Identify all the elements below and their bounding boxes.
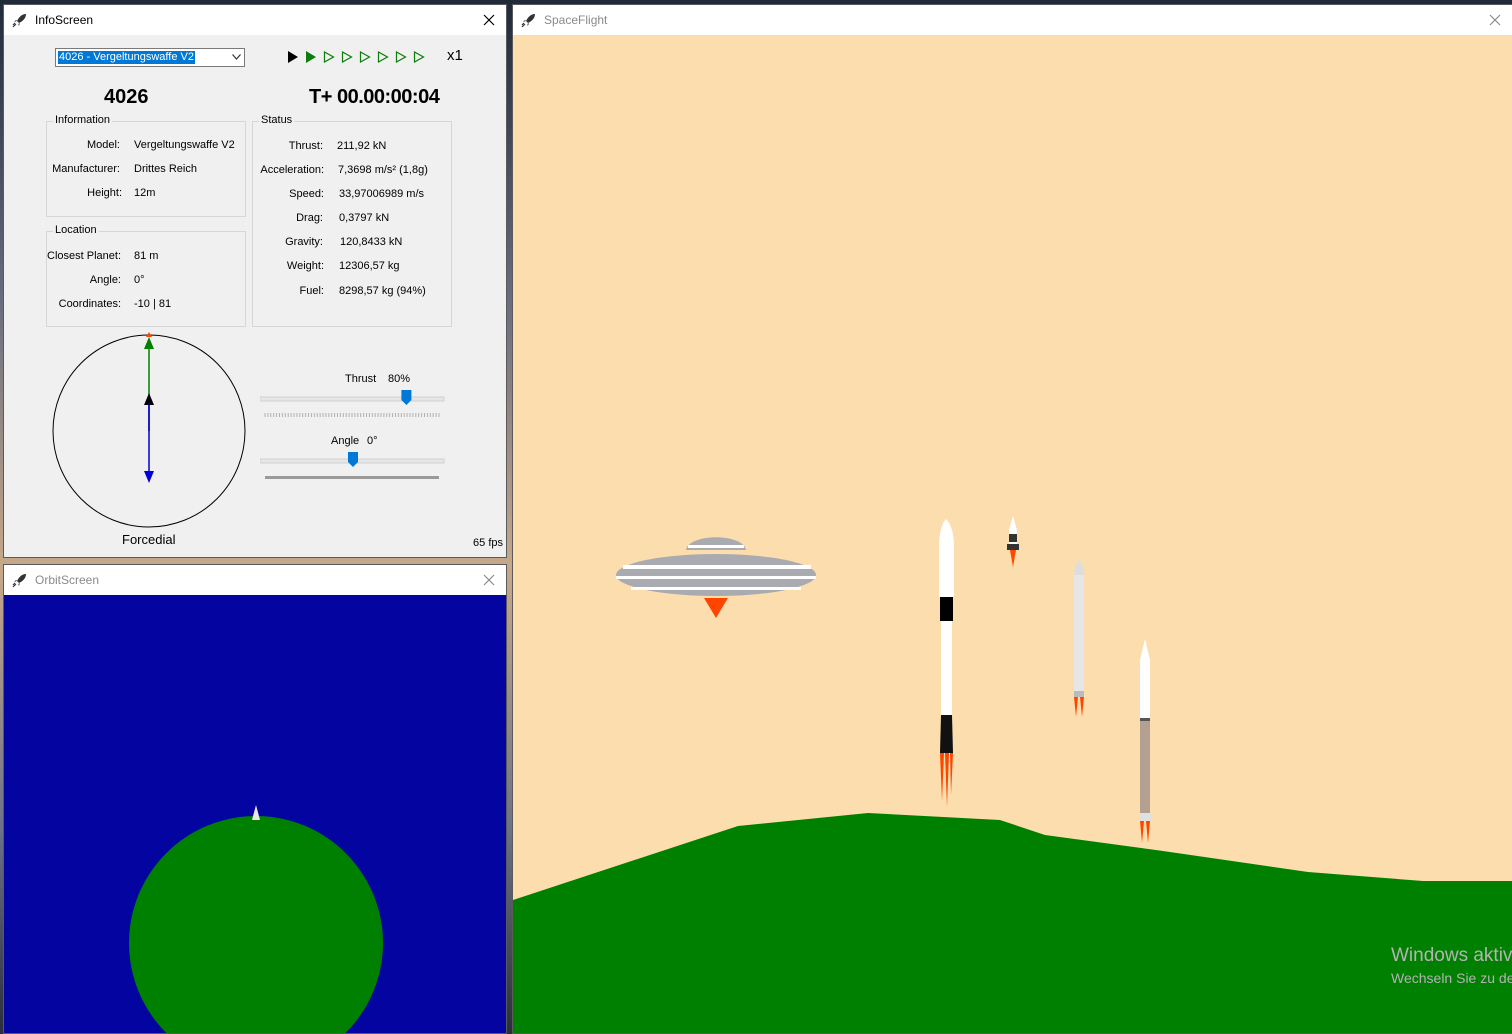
windows-activation-watermark: Windows aktiv Wechseln Sie zu de xyxy=(1391,945,1512,986)
flight-view: Windows aktiv Wechseln Sie zu de xyxy=(513,35,1512,1033)
thrust-slider-ticks xyxy=(264,413,440,417)
thrust-slider-track xyxy=(260,396,445,402)
rocket-icon xyxy=(12,574,26,588)
fuel-value: 8298,57 kg (94%) xyxy=(339,285,426,297)
gravity-vector-arrow xyxy=(144,403,154,483)
angle-slider-label: Angle xyxy=(331,435,360,447)
speed-label: Speed: xyxy=(289,188,324,200)
drag-value: 0,3797 kN xyxy=(339,212,390,224)
watermark-line1: Windows aktiv xyxy=(1391,945,1512,966)
speed-2-icon[interactable] xyxy=(323,51,335,63)
manufacturer-label: Manufacturer: xyxy=(52,163,120,175)
angle-slider-value: 0° xyxy=(367,435,378,447)
orbit-window-title: OrbitScreen xyxy=(35,573,100,587)
falcon-rocket-sprite xyxy=(939,519,954,807)
status-legend: Status xyxy=(259,114,295,126)
height-value: 12m xyxy=(134,187,156,199)
acceleration-label: Acceleration: xyxy=(260,164,324,176)
forcedial-label: Forcedial xyxy=(122,532,176,547)
chevron-down-icon xyxy=(232,54,241,60)
angle-label: Angle: xyxy=(89,274,121,286)
info-window-title: InfoScreen xyxy=(35,13,94,27)
speed-value: 33,97006989 m/s xyxy=(339,188,425,200)
play-icon[interactable] xyxy=(287,51,299,63)
thrust-slider[interactable] xyxy=(260,390,446,420)
spaceflight-window-title: SpaceFlight xyxy=(544,13,608,27)
gravity-label: Gravity: xyxy=(285,236,323,248)
information-legend: Information xyxy=(53,114,113,126)
speed-1-icon[interactable] xyxy=(305,51,317,63)
speed-3-icon[interactable] xyxy=(341,51,353,63)
orbit-canvas xyxy=(129,805,383,1033)
spaceflight-titlebar[interactable]: SpaceFlight xyxy=(513,5,1512,35)
acceleration-value: 7,3698 m/s² (1,8g) xyxy=(338,164,428,176)
closest-planet-value: 81 m xyxy=(134,250,159,262)
drag-label: Drag: xyxy=(296,212,323,224)
coordinates-value: -10 | 81 xyxy=(134,298,172,310)
fps-counter: 65 fps xyxy=(473,537,503,549)
speed-6-icon[interactable] xyxy=(395,51,407,63)
brown-rocket-sprite xyxy=(1139,639,1151,843)
close-icon[interactable] xyxy=(476,565,502,595)
height-label: Height: xyxy=(87,187,122,199)
model-value: Vergeltungswaffe V2 xyxy=(134,139,235,151)
rocket-icon xyxy=(521,14,535,28)
model-label: Model: xyxy=(86,139,120,151)
thrust-slider-value: 80% xyxy=(388,373,411,385)
speed-4-icon[interactable] xyxy=(359,51,371,63)
rocket-id: 4026 xyxy=(104,86,149,108)
playback-controls xyxy=(287,49,431,65)
grey-rocket-sprite xyxy=(1074,560,1084,717)
angle-slider-thumb[interactable] xyxy=(348,452,358,467)
speed-7-icon[interactable] xyxy=(413,51,425,63)
speed-multiplier: x1 xyxy=(447,47,463,64)
ufo-sprite xyxy=(616,537,816,618)
info-window: InfoScreen 4026 - Vergeltungswaffe V2 x1… xyxy=(3,4,507,558)
velocity-vector-arrow xyxy=(144,332,154,397)
rocket-select[interactable]: 4026 - Vergeltungswaffe V2 xyxy=(55,48,245,67)
weight-label: Weight: xyxy=(286,260,324,272)
closest-planet-label: Closest Planet: xyxy=(47,250,121,262)
mission-time: T+ 00.00:00:04 xyxy=(309,86,440,108)
orbit-window: OrbitScreen xyxy=(3,564,507,1034)
close-icon[interactable] xyxy=(1482,5,1508,35)
speed-5-icon[interactable] xyxy=(377,51,389,63)
location-legend: Location xyxy=(53,224,99,236)
thrust-value: 211,92 kN xyxy=(337,140,387,152)
rocket-icon xyxy=(12,14,26,28)
info-panel: 4026 - Vergeltungswaffe V2 x1 4026 T+ 00… xyxy=(4,35,506,557)
orbit-titlebar[interactable]: OrbitScreen xyxy=(4,565,506,595)
thrust-slider-label: Thrust xyxy=(345,373,377,385)
spaceflight-window: SpaceFlight Windows aktiv Wechseln Sie z… xyxy=(512,4,1512,1034)
fuel-label: Fuel: xyxy=(299,285,324,297)
thrust-label: Thrust: xyxy=(288,140,323,152)
manufacturer-value: Drittes Reich xyxy=(134,163,197,175)
weight-value: 12306,57 kg xyxy=(339,260,400,272)
thrust-slider-thumb[interactable] xyxy=(401,390,412,405)
planet xyxy=(129,816,383,1033)
close-icon[interactable] xyxy=(476,5,502,35)
rocket-marker xyxy=(252,805,260,820)
coordinates-label: Coordinates: xyxy=(58,298,121,310)
v2-rocket-sprite xyxy=(1007,516,1019,567)
rocket-select-value: 4026 - Vergeltungswaffe V2 xyxy=(58,51,195,64)
angle-slider-scale xyxy=(265,476,439,479)
terrain xyxy=(513,813,1512,1033)
watermark-line2: Wechseln Sie zu de xyxy=(1391,970,1512,986)
orbit-view xyxy=(4,595,506,1033)
angle-value: 0° xyxy=(134,274,145,286)
gravity-value: 120,8433 kN xyxy=(340,236,403,248)
forcedial xyxy=(52,332,246,528)
flight-canvas xyxy=(513,516,1512,1033)
info-titlebar[interactable]: InfoScreen xyxy=(4,5,506,35)
angle-slider[interactable] xyxy=(260,452,446,482)
